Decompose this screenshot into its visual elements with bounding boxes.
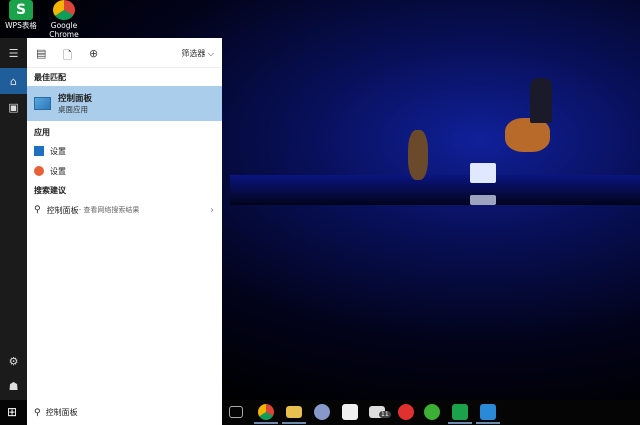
app-result-settings-2[interactable]: 设置 xyxy=(27,162,222,180)
filter-dropdown[interactable]: 筛选器 ⌵ xyxy=(181,48,214,59)
guitar xyxy=(505,118,550,152)
hamburger-menu-icon[interactable]: ☰ xyxy=(0,40,27,66)
wps-sheet-taskbar-icon[interactable] xyxy=(452,404,468,420)
search-panel: ▤ 🗋 ⊕ 筛选器 ⌵ 最佳匹配 控制面板 桌面应用 应用 设置 设置 搜索建议… xyxy=(27,38,222,400)
best-match-heading: 最佳匹配 xyxy=(34,73,66,82)
app-result-settings[interactable]: 设置 xyxy=(27,142,222,160)
task-view-icon[interactable] xyxy=(229,406,243,418)
chevron-down-icon: ⌵ xyxy=(207,49,214,58)
filter-header: ▤ 🗋 ⊕ 筛选器 ⌵ xyxy=(27,38,222,68)
wps-sheet-icon: S xyxy=(9,0,33,20)
best-match-title: 控制面板 xyxy=(58,94,93,104)
desktop-icon-wps[interactable]: S WPS表格 xyxy=(0,0,45,30)
wechat-icon[interactable] xyxy=(424,404,440,420)
start-sidebar: ☰ ⌂ ▣ ⚙ ☗ xyxy=(0,38,27,400)
search-icon: ⚲ xyxy=(34,407,41,418)
documents-filter-icon[interactable]: 🗋 xyxy=(63,47,72,66)
windows-start-icon[interactable]: ⊞ xyxy=(7,405,17,419)
netease-music-icon[interactable] xyxy=(398,404,414,420)
apps-filter-icon[interactable]: ▤ xyxy=(36,47,46,60)
suggestion-query: 控制面板 xyxy=(46,205,79,215)
notebook-icon[interactable]: ▣ xyxy=(0,94,27,120)
wps-settings-icon xyxy=(34,166,44,176)
app-result-label: 设置 xyxy=(50,166,66,176)
search-input[interactable]: 控制面板 xyxy=(46,407,78,418)
suggestion-hint: - 查看网络搜索结果 xyxy=(78,206,140,214)
apps-heading: 应用 xyxy=(34,128,50,137)
desktop-icon-label: WPS表格 xyxy=(5,21,37,30)
singer xyxy=(530,78,552,123)
home-icon[interactable]: ⌂ xyxy=(0,68,27,94)
best-match-subtitle: 桌面应用 xyxy=(58,105,88,114)
best-match-control-panel[interactable]: 控制面板 桌面应用 xyxy=(27,86,222,121)
settings-gear-icon[interactable]: ⚙ xyxy=(0,348,27,374)
file-explorer-icon[interactable] xyxy=(286,406,302,418)
stage xyxy=(230,175,640,205)
chrome-icon xyxy=(53,0,75,20)
filter-label: 筛选器 xyxy=(181,49,206,58)
guitar-stand xyxy=(408,130,428,180)
wps-writer-icon[interactable] xyxy=(480,404,496,420)
desktop-icon-chrome[interactable]: Google Chrome xyxy=(40,0,88,39)
web-filter-icon[interactable]: ⊕ xyxy=(89,47,98,60)
app-result-label: 设置 xyxy=(50,146,66,156)
app-icon[interactable] xyxy=(314,404,330,420)
search-icon: ⚲ xyxy=(34,205,41,215)
stage-light xyxy=(470,163,496,183)
chrome-taskbar-icon[interactable] xyxy=(258,404,274,420)
chevron-right-icon: › xyxy=(210,204,214,216)
desktop-icon-label: Google Chrome xyxy=(49,21,79,39)
mail-badge: 11 xyxy=(379,411,391,418)
feedback-icon[interactable]: ☗ xyxy=(0,373,27,399)
settings-app-icon xyxy=(34,146,44,156)
control-panel-icon xyxy=(34,97,51,110)
web-suggestion[interactable]: ⚲ 控制面板 - 查看网络搜索结果 › xyxy=(27,201,222,219)
stage-light xyxy=(470,195,496,205)
store-icon[interactable] xyxy=(342,404,358,420)
taskbar-search-box[interactable]: ⚲ 控制面板 xyxy=(27,400,222,425)
suggestions-heading: 搜索建议 xyxy=(34,186,66,195)
